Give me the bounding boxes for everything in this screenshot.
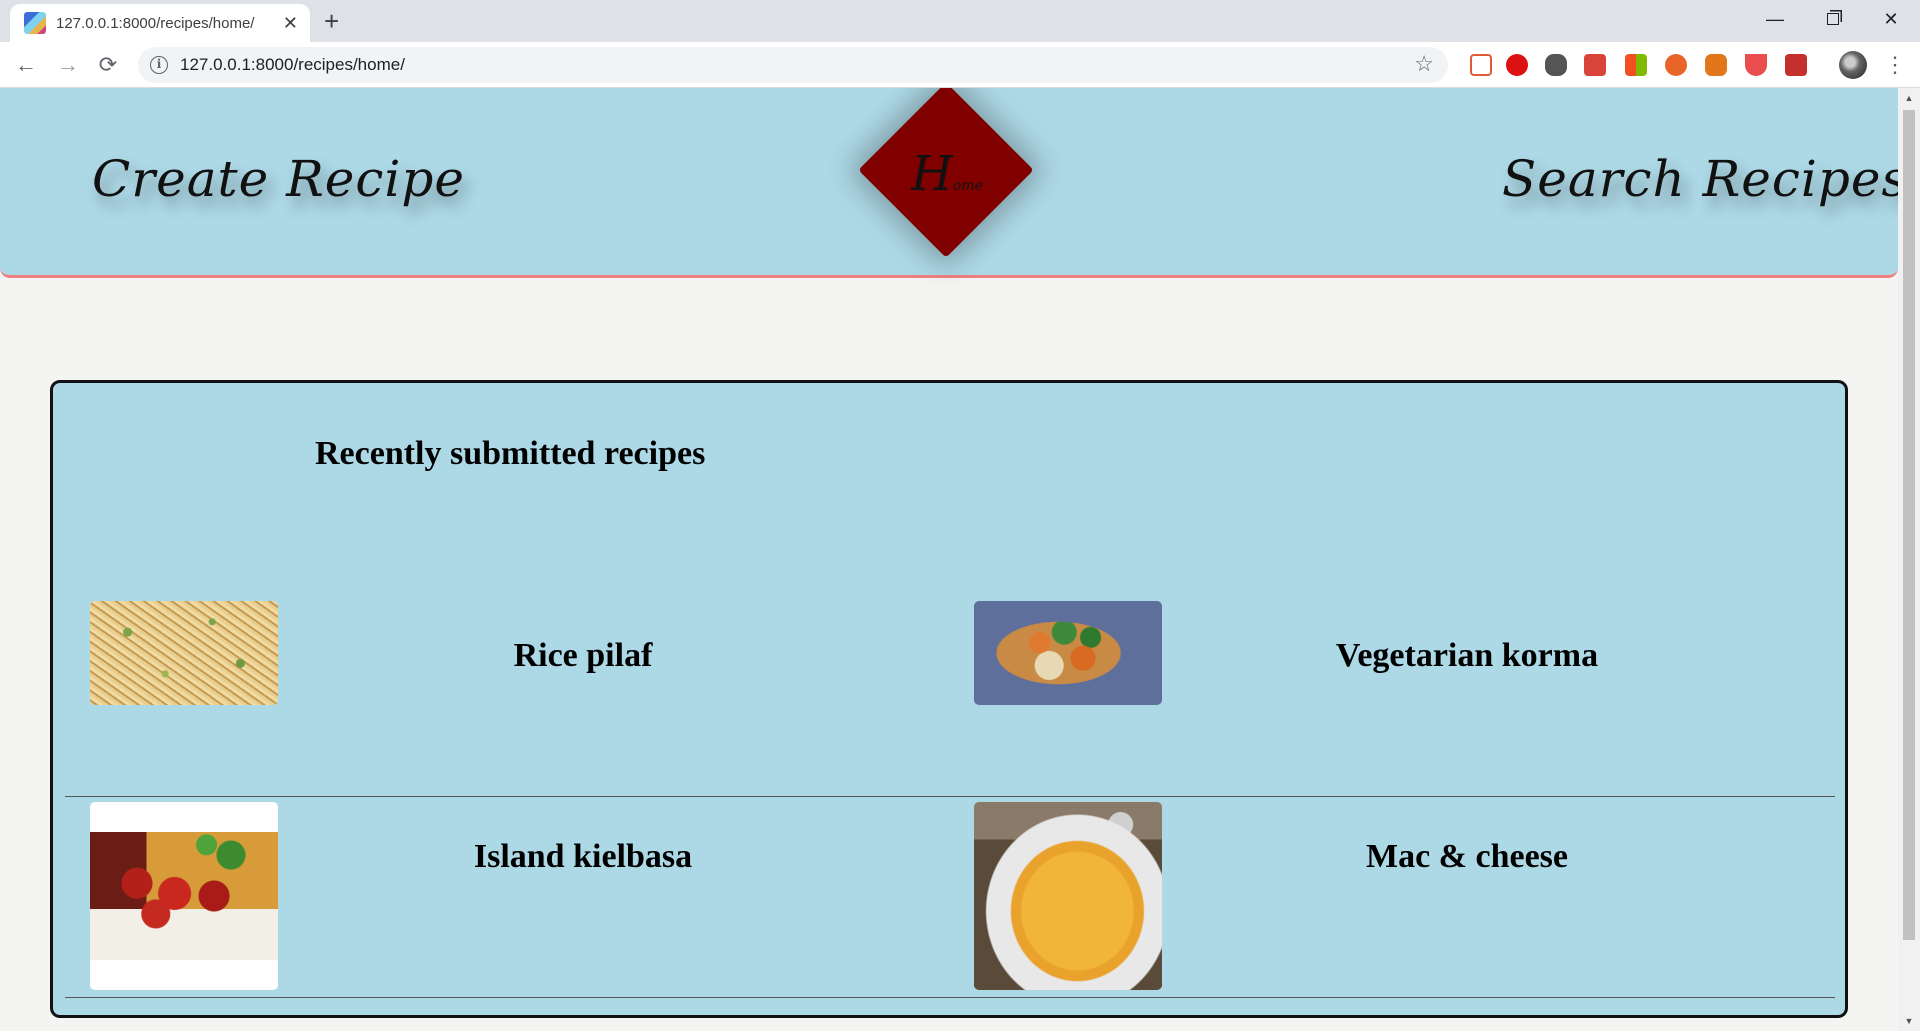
extension-icon[interactable] bbox=[1506, 54, 1528, 76]
home-label[interactable]: Home bbox=[905, 146, 989, 202]
recipe-name[interactable]: Mac & cheese bbox=[1162, 838, 1772, 876]
rice-pilaf-photo[interactable] bbox=[90, 601, 278, 705]
extension-icon[interactable] bbox=[1705, 54, 1727, 76]
window-close-button[interactable]: ✕ bbox=[1861, 4, 1920, 36]
address-url[interactable]: 127.0.0.1:8000/recipes/home/ bbox=[180, 55, 405, 75]
extension-icon[interactable] bbox=[1470, 54, 1492, 76]
extension-icon[interactable] bbox=[1625, 54, 1647, 76]
home-label-initial: H bbox=[911, 146, 953, 202]
window-restore-button[interactable] bbox=[1803, 4, 1863, 36]
browser-toolbar: ← → ⟳ i 127.0.0.1:8000/recipes/home/ ☆ ⋮ bbox=[0, 42, 1920, 88]
address-bar[interactable]: i 127.0.0.1:8000/recipes/home/ ☆ bbox=[138, 47, 1448, 83]
window-minimize-button[interactable]: — bbox=[1745, 4, 1805, 36]
extension-icon[interactable] bbox=[1785, 54, 1807, 76]
section-title: Recently submitted recipes bbox=[315, 435, 706, 472]
new-tab-button[interactable]: + bbox=[324, 6, 339, 36]
mac-and-cheese-photo[interactable] bbox=[974, 802, 1162, 990]
bookmark-star-icon[interactable]: ☆ bbox=[1414, 51, 1434, 77]
page-scrollbar[interactable]: ▲ ▼ bbox=[1898, 88, 1920, 1031]
extension-icon[interactable] bbox=[1545, 54, 1567, 76]
site-favicon-icon bbox=[24, 12, 46, 34]
profile-avatar-icon[interactable] bbox=[1839, 51, 1867, 79]
vegetarian-korma-photo[interactable] bbox=[974, 601, 1162, 705]
recipe-name[interactable]: Vegetarian korma bbox=[1162, 637, 1772, 675]
page-viewport: Create Recipe Home Search Recipes Recent… bbox=[0, 88, 1898, 1031]
recipe-item-vegetarian-korma[interactable]: Vegetarian korma bbox=[974, 601, 1854, 789]
scroll-up-arrow-icon[interactable]: ▲ bbox=[1898, 88, 1920, 108]
site-info-icon[interactable]: i bbox=[150, 56, 168, 74]
island-kielbasa-photo[interactable] bbox=[90, 802, 278, 990]
extension-icon[interactable] bbox=[1665, 54, 1687, 76]
scroll-thumb[interactable] bbox=[1903, 110, 1915, 940]
reload-button[interactable]: ⟳ bbox=[92, 49, 124, 81]
tab-close-icon[interactable]: ✕ bbox=[283, 13, 298, 33]
recipe-name[interactable]: Island kielbasa bbox=[278, 838, 888, 876]
recipe-item-island-kielbasa[interactable]: Island kielbasa bbox=[90, 802, 970, 990]
create-recipe-link[interactable]: Create Recipe bbox=[92, 150, 465, 208]
island-kielbasa-photo-content bbox=[90, 832, 278, 960]
recent-recipes-panel: Recently submitted recipes Rice pilaf Ve… bbox=[50, 380, 1848, 1018]
home-label-rest: ome bbox=[952, 178, 983, 194]
tab-title: 127.0.0.1:8000/recipes/home/ bbox=[56, 14, 255, 32]
restore-icon bbox=[1827, 13, 1839, 25]
browser-tab-strip: 127.0.0.1:8000/recipes/home/ ✕ + — ✕ bbox=[0, 0, 1920, 42]
search-recipes-link[interactable]: Search Recipes bbox=[1502, 150, 1898, 208]
scroll-down-arrow-icon[interactable]: ▼ bbox=[1898, 1011, 1920, 1031]
recipe-item-mac-and-cheese[interactable]: Mac & cheese bbox=[974, 802, 1854, 990]
browser-tab[interactable]: 127.0.0.1:8000/recipes/home/ ✕ bbox=[10, 4, 310, 42]
site-header: Create Recipe Home Search Recipes bbox=[0, 88, 1898, 278]
recipe-item-rice-pilaf[interactable]: Rice pilaf bbox=[90, 601, 970, 789]
extension-icon[interactable] bbox=[1584, 54, 1606, 76]
forward-button[interactable]: → bbox=[52, 49, 84, 81]
back-button[interactable]: ← bbox=[10, 49, 42, 81]
browser-menu-icon[interactable]: ⋮ bbox=[1884, 52, 1906, 78]
row-divider bbox=[65, 997, 1835, 998]
row-divider bbox=[65, 796, 1835, 797]
extension-icon[interactable] bbox=[1745, 54, 1767, 76]
recipe-name[interactable]: Rice pilaf bbox=[278, 637, 888, 675]
